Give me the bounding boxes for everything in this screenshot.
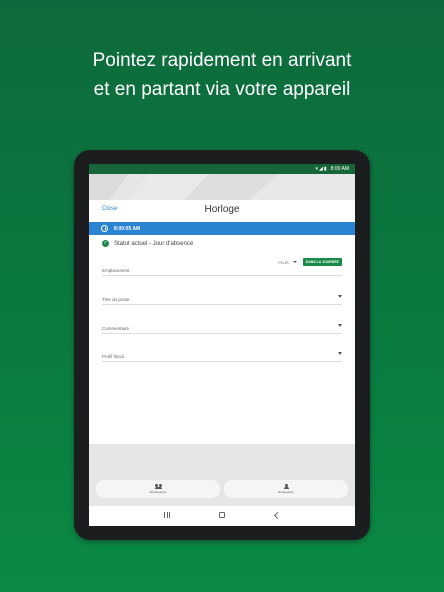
headline: Pointez rapidement en arrivant et en par… [0,46,444,104]
employees-label: Employé(e)s [149,490,167,494]
comment-label: Commentaire [102,326,130,331]
employee-button[interactable]: Employé(e) [224,480,348,498]
job-title-label: Titre du poste [102,297,130,302]
status-text: Statut actuel - Jour d'absence [114,240,194,247]
bottom-area: Employé(e)s Employé(e) [89,444,355,506]
comment-field[interactable]: Commentaire [102,322,342,334]
android-nav-bar [89,506,355,526]
back-button[interactable] [270,511,284,520]
tax-profile-field[interactable]: Profil fiscal [102,350,342,362]
location-label: Emplacement [102,268,130,273]
clock-icon [101,225,108,232]
android-status-bar: ▾◢▮ 8:00 AM [89,164,355,174]
card-header: Close Horloge [89,200,355,222]
employees-button[interactable]: Employé(e)s [96,480,220,498]
chevron-down-icon [292,261,297,263]
recents-button[interactable] [160,512,174,520]
tablet-screen: ▾◢▮ 8:00 AM Close Horloge 8:00:05 AM ✓ S… [89,164,355,526]
headline-line-2: et en partant via votre appareil [93,79,351,100]
home-button[interactable] [215,512,229,520]
wifi-signal-battery-icon: ▾◢▮ [315,166,328,172]
location-field[interactable]: Emplacement [102,264,342,276]
person-icon [283,484,290,489]
tablet-device: ▾◢▮ 8:00 AM Close Horloge 8:00:05 AM ✓ S… [74,150,370,540]
header-pattern [89,174,355,200]
employee-label: Employé(e) [278,490,294,494]
check-circle-icon: ✓ [102,240,109,247]
headline-line-1: Pointez rapidement en arrivant [92,50,352,71]
recents-icon [163,512,170,518]
clock-card: Close Horloge 8:00:05 AM ✓ Statut actuel… [89,200,355,444]
current-time-bar: 8:00:05 AM [89,222,355,235]
current-time: 8:00:05 AM [114,225,141,232]
people-icon [154,484,162,489]
back-icon [273,511,281,519]
chevron-down-icon [338,324,342,327]
page-title: Horloge [204,204,240,215]
job-title-field[interactable]: Titre du poste [102,293,342,305]
home-icon [218,512,225,518]
status-time: 8:00 AM [330,166,349,172]
chevron-down-icon [338,352,342,355]
tax-profile-label: Profil fiscal [102,354,124,359]
status-row: ✓ Statut actuel - Jour d'absence [102,240,193,247]
chevron-down-icon [338,295,342,298]
